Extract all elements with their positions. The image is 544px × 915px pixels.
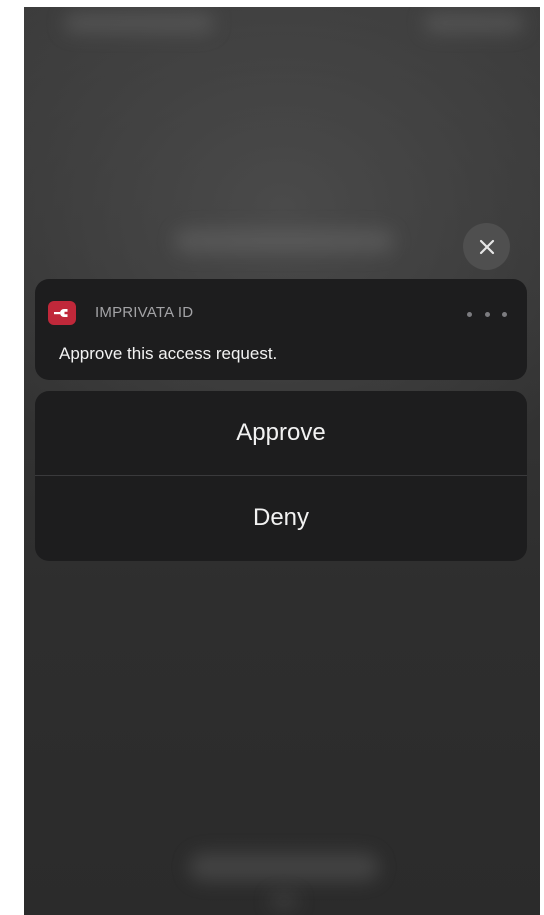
ellipsis-icon	[467, 311, 472, 317]
notification-card[interactable]: IMPRIVATA ID Approve this access request…	[35, 279, 527, 380]
approve-button[interactable]: Approve	[35, 391, 527, 475]
deny-button[interactable]: Deny	[35, 476, 527, 560]
close-icon	[479, 239, 494, 254]
more-options-button[interactable]	[467, 307, 507, 321]
lock-screen: IMPRIVATA ID Approve this access request…	[24, 7, 540, 915]
blurred-home-bar	[189, 853, 379, 881]
blurred-clock	[164, 99, 404, 209]
notification-message: Approve this access request.	[59, 344, 278, 363]
imprivata-logo-icon	[48, 301, 76, 325]
blurred-date	[174, 229, 394, 253]
blurred-home-indicator	[269, 893, 299, 909]
close-button[interactable]	[463, 223, 510, 270]
blurred-status-bar-right	[424, 13, 524, 33]
app-name: IMPRIVATA ID	[95, 304, 194, 321]
notification-actions: Approve Deny	[35, 391, 527, 561]
blurred-status-bar-left	[64, 13, 214, 33]
